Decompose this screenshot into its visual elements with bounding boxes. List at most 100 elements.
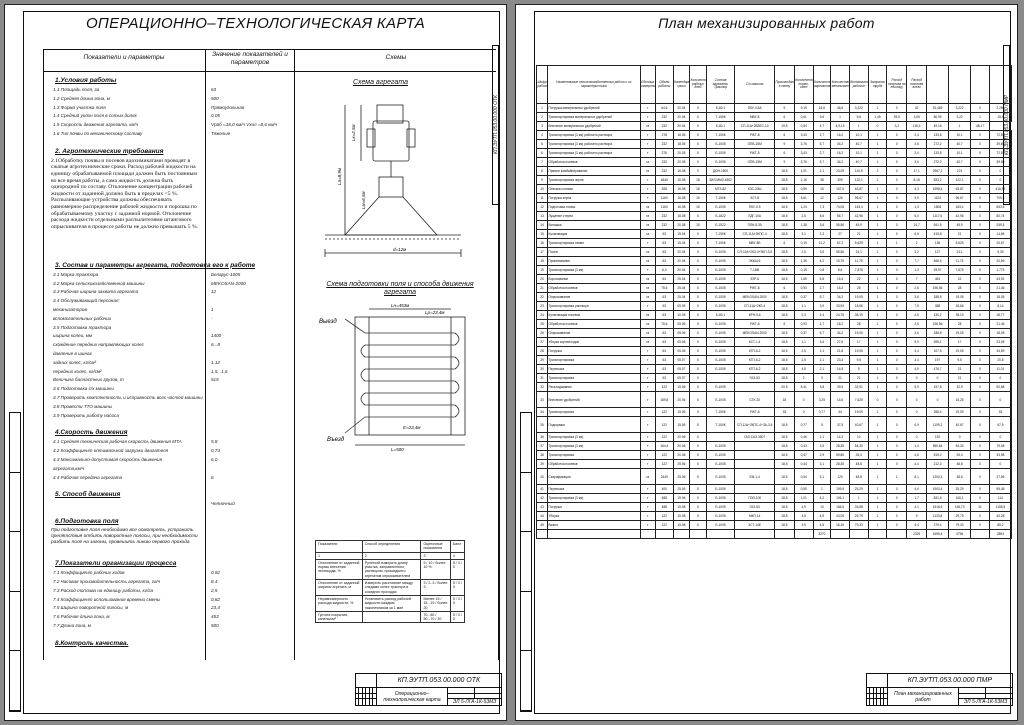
table-cell: 0 [970,229,990,239]
table-cell: 5,0 [906,211,928,221]
table-cell: 1 [867,493,888,503]
table-cell: 0 [970,373,990,383]
table-cell: Т-150К [705,229,736,239]
table-cell: 5 [689,157,707,167]
table-cell: 48,17 [970,121,990,131]
table-cell: 0,93 [793,319,814,329]
param-value: 6 [211,474,214,480]
table-cell: 91,469 [926,103,950,113]
table-cell: СП-11А+2КПС-4 [734,229,775,239]
table-row: 16 Транспортировка семян т 63 15.04 5 Т-150К МВ… [535,238,1013,248]
table-cell: 399 [830,175,850,185]
table-cell: 5 [689,493,707,503]
table-cell: MEKOSAN-2000 [734,328,775,338]
table-cell: 0 [886,130,908,140]
table-cell: 34,2 [830,157,850,167]
table-cell: 164,4 [655,441,674,451]
total-cell [639,529,657,539]
table-cell: 18,5 [774,166,795,176]
table-cell: Внесение удобрений [547,391,641,408]
table-cell: 15 [689,202,707,212]
table-cell: 133,8 [926,148,950,158]
table-cell: 232 [655,211,674,221]
table-row: 2 Транспортировка минеральных удобрений т 2… [535,112,1013,122]
table-cell: 11,01 [988,364,1013,374]
table-row: 23 Транспортировка раствора т 63 05.05 5 Б-100… [535,301,1013,311]
table-cell: 0 [886,407,908,417]
table-cell: 14,5 [830,364,850,374]
table-cell: 0 [970,337,990,347]
right-doc-group: ЭЛ 5-ЛГА-1К-53МЗ [958,698,1013,706]
table-cell: 0 [886,502,908,512]
table-cell: 0 [886,441,908,451]
table-cell: 34,2 [830,139,850,149]
table-cell: 18,5 [774,520,795,530]
table-cell: 5 [689,416,707,433]
table-cell: 197 [926,355,950,365]
table-cell: 0 [886,319,908,329]
table-cell: 25,29 [948,484,972,494]
table-cell: 33 [535,391,549,408]
table-cell: 0 [793,407,814,417]
table-cell: 7,7 [906,256,928,266]
table-cell: 15 [689,220,707,230]
table-cell: 39,89 [988,157,1013,167]
table-cell: т [639,432,657,442]
table-cell: 40,67 [948,416,972,433]
table-cell: 2 [793,373,814,383]
label-exit: Выезд [319,319,337,325]
total-cell [535,529,549,539]
table-cell: 0 [970,238,990,248]
table-cell: Б-1005 [705,319,736,329]
table-cell: 3,1 [793,229,814,239]
table-cell: 122 [655,416,674,433]
table-cell: 46,6 [830,103,850,113]
table-cell: МКП-14 [734,511,775,521]
table-cell: 42 [906,103,928,113]
table-cell: ЗЗР-6 [734,274,775,284]
table-cell: 5 [689,328,707,338]
table-cell: 4,9 [906,364,928,374]
table-cell: 15.06 [672,407,691,417]
table-cell: 0 [886,283,908,293]
label-lp: Lр=23,4м [425,310,444,315]
table-cell: 20.08 [672,220,691,230]
left-side-stamp [9,412,21,712]
table-cell: га [639,328,657,338]
table-cell: 63 [655,310,674,320]
table-cell: 20,5 [774,382,795,392]
table-cell: 232 [655,157,674,167]
table-cell: Транспортировка минеральных удобрений [547,112,641,122]
mechanized-work-table: Шифр работыНаименование сельскохозяйстве… [535,65,1013,539]
left-doc-code: КП.ЭУТП.053.00.000 ОТК [375,673,503,688]
col-header-params: Показатели и параметры [83,54,165,61]
table-cell: 42,96 [848,211,869,221]
table-cell: га [639,274,657,284]
table-cell: 1155,5 [988,502,1013,512]
table-cell: 3,9 [793,520,814,530]
table-cell: 831,6 [926,493,950,503]
total-cell [793,529,814,539]
col-line-2 [205,49,206,660]
table-cell: 0 [886,391,908,408]
section-heading: 3. Состав и параметры агрегата, подготов… [55,261,256,269]
param-value: 0,92 [211,570,220,576]
quality-cell: Установить расход рабочей жидкости кажды… [361,594,422,612]
table-cell: 44 [830,407,850,417]
table-cell: 18,77 [988,310,1013,320]
table-cell: Б-1005 [705,484,736,494]
quality-cell: 5 / 3 / 0 [449,610,466,624]
section-heading: 2. Агротехнические требования [55,147,164,155]
table-cell: 21 [948,229,972,239]
param-label: давление в шинах [53,351,92,356]
table-cell: 20,67 [988,238,1013,248]
table-row: 43 Погрузка т 488 15.08 5 Б-1005 ГАЗ-53 18,5 4,9 1… [535,502,1013,512]
table-cell: 5 [689,139,707,149]
table-cell: 15.04 [672,238,691,248]
table-cell: 15,25 [948,391,972,408]
quality-table: Показатели Способ определения Оценочные по… [315,540,466,624]
table-cell: 2,4 [812,310,832,320]
table-row: 25 Обработка посевов га 75,6 05.06 5 Б-1005 РЖТ… [535,319,1013,329]
table-header: Объем работы [655,65,674,104]
table-cell: 15.06 [672,382,691,392]
